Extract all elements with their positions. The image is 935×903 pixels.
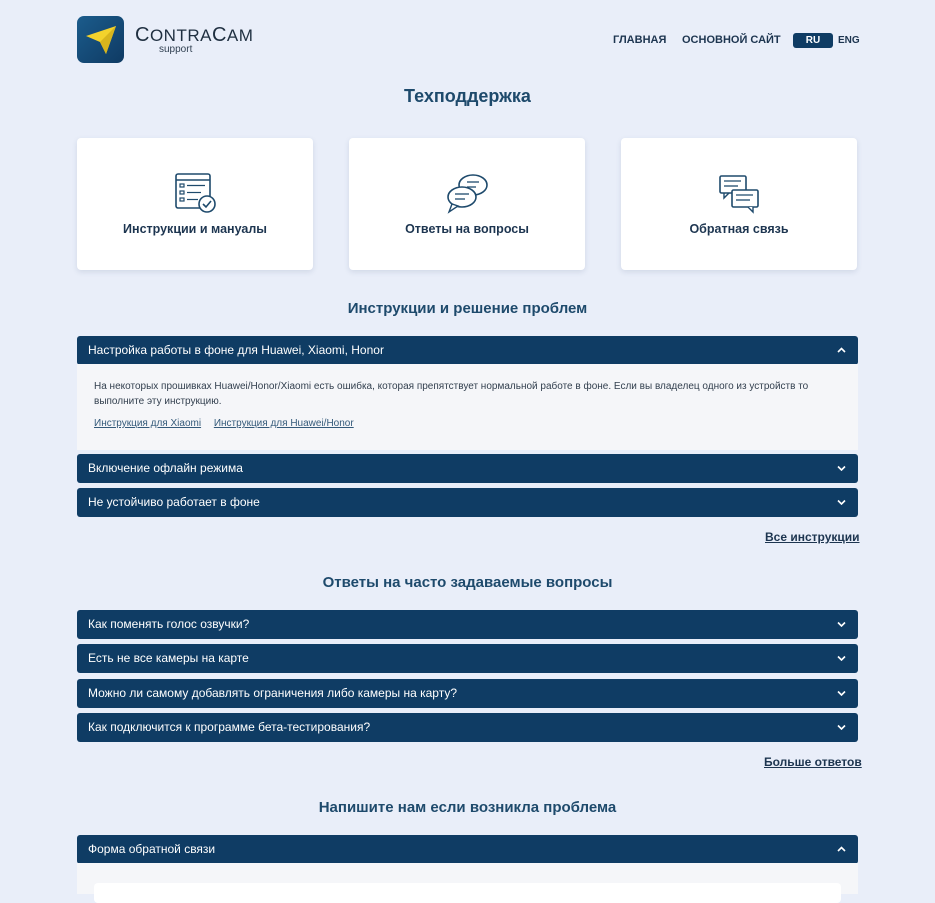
accordion-item-offline[interactable]: Включение офлайн режима [77,454,858,483]
messages-icon [719,175,759,214]
link-huawei-honor[interactable]: Инструкция для Huawei/Honor [214,418,354,429]
accordion-body: На некоторых прошивках Huawei/Honor/Xiao… [77,364,858,450]
faq-item[interactable]: Как поменять голос озвучки? [77,610,858,639]
faq-label: Как поменять голос озвучки? [88,617,250,631]
accordion-item-unstable[interactable]: Не устойчиво работает в фоне [77,488,858,517]
chat-bubbles-icon [447,174,488,214]
card-answers[interactable]: Ответы на вопросы [349,138,585,270]
accordion-body-text: На некоторых прошивках Huawei/Honor/Xiao… [94,381,809,407]
brand: CONTRACAM support [135,24,254,55]
nav-home[interactable]: ГЛАВНАЯ [613,34,666,46]
faq-label: Как подключится к программе бета-тестиро… [88,720,371,734]
all-instructions-link[interactable]: Все инструкции [765,530,860,544]
instructions-title: Инструкции и решение проблем [347,300,588,317]
faq-label: Есть не все камеры на карте [88,651,249,665]
card-label: Инструкции и мануалы [123,222,267,236]
brand-name: CONTRACAM [135,24,254,46]
page-title: Техподдержка [404,86,531,106]
checklist-icon [175,173,216,213]
faq-item[interactable]: Есть не все камеры на карте [77,644,858,673]
faq-item[interactable]: Как подключится к программе бета-тестиро… [77,713,858,742]
faq-title: Ответы на часто задаваемые вопросы [322,574,613,591]
accordion-item-background[interactable]: Настройка работы в фоне для Huawei, Xiao… [77,336,858,365]
link-xiaomi[interactable]: Инструкция для Xiaomi [94,418,201,429]
nav-main-site[interactable]: ОСНОВНОЙ САЙТ [682,34,781,46]
brand-sub: support [159,44,193,55]
feedback-title: Напишите нам если возникла проблема [318,799,617,816]
card-instructions[interactable]: Инструкции и мануалы [77,138,313,270]
feedback-form-field[interactable] [94,883,841,903]
accordion-label: Включение офлайн режима [88,461,243,475]
feedback-form-label: Форма обратной связи [88,842,216,856]
lang-ru-button[interactable]: RU [793,33,833,48]
card-label: Ответы на вопросы [405,222,529,236]
faq-label: Можно ли самому добавлять ограничения ли… [88,686,457,700]
card-label: Обратная связь [689,222,789,236]
logo[interactable] [77,16,124,63]
card-feedback[interactable]: Обратная связь [621,138,857,270]
accordion-label: Настройка работы в фоне для Huawei, Xiao… [88,343,384,357]
accordion-label: Не устойчиво работает в фоне [88,495,260,509]
more-answers-link[interactable]: Больше ответов [764,755,862,769]
feedback-form-header[interactable]: Форма обратной связи [77,835,858,864]
faq-item[interactable]: Можно ли самому добавлять ограничения ли… [77,679,858,708]
lang-en-button[interactable]: ENG [838,35,860,46]
logo-arrow-icon [86,26,116,54]
